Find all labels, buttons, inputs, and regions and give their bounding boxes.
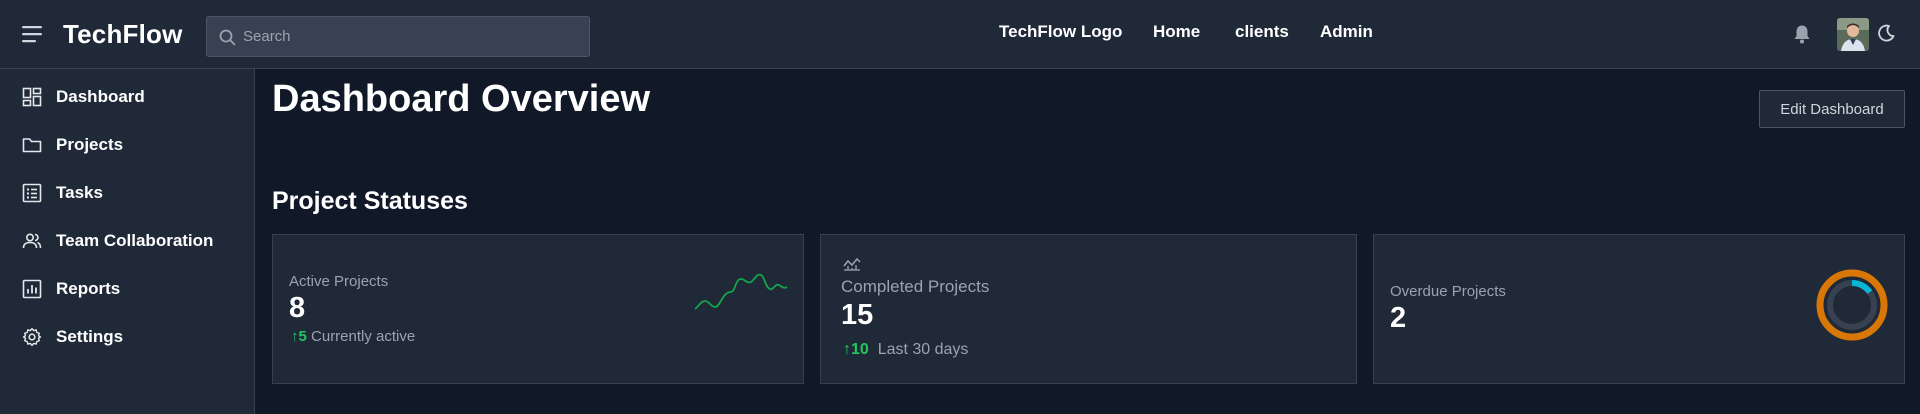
card-label: Completed Projects bbox=[841, 277, 990, 296]
search-input[interactable] bbox=[243, 17, 583, 56]
sidebar: Dashboard Projects Tasks Team Collaborat… bbox=[0, 69, 255, 414]
top-header: TechFlow TechFlow Logo Home clients Admi… bbox=[0, 0, 1920, 69]
sidebar-item-settings[interactable]: Settings bbox=[0, 317, 254, 357]
card-label: Overdue Projects bbox=[1390, 283, 1506, 300]
delta-text: Last 30 days bbox=[877, 341, 969, 358]
sidebar-item-label: Projects bbox=[56, 135, 124, 154]
search-icon bbox=[219, 29, 236, 46]
folder-icon bbox=[22, 138, 42, 153]
nav-techflow-logo[interactable]: TechFlow Logo bbox=[999, 22, 1122, 42]
bar-chart-icon bbox=[22, 279, 42, 299]
sidebar-item-projects[interactable]: Projects bbox=[0, 125, 254, 165]
card-label: Active Projects bbox=[289, 273, 389, 290]
nav-clients[interactable]: clients bbox=[1235, 22, 1289, 42]
search-box bbox=[206, 16, 590, 57]
sidebar-item-dashboard[interactable]: Dashboard bbox=[0, 77, 254, 117]
sidebar-item-label: Reports bbox=[56, 279, 121, 298]
sidebar-item-label: Dashboard bbox=[56, 87, 145, 106]
brand-name: TechFlow bbox=[63, 19, 183, 49]
card-overdue-projects: Overdue Projects 2 bbox=[1373, 234, 1905, 384]
sidebar-item-team-collaboration[interactable]: Team Collaboration bbox=[0, 221, 254, 261]
card-value: 15 bbox=[841, 299, 874, 331]
sparkline-icon bbox=[694, 273, 788, 310]
nav-admin[interactable]: Admin bbox=[1320, 22, 1373, 42]
edit-dashboard-button[interactable]: Edit Dashboard bbox=[1759, 90, 1905, 128]
sidebar-item-reports[interactable]: Reports bbox=[0, 269, 254, 309]
user-avatar[interactable] bbox=[1837, 18, 1869, 51]
team-icon bbox=[22, 233, 42, 249]
up-arrow-icon: ↑ bbox=[291, 328, 299, 345]
section-title: Project Statuses bbox=[272, 187, 468, 215]
moon-icon[interactable] bbox=[1877, 24, 1895, 42]
dashboard-icon bbox=[22, 87, 42, 107]
delta-text: Currently active bbox=[311, 328, 416, 345]
bell-icon[interactable] bbox=[1793, 24, 1811, 44]
trend-chart-icon bbox=[843, 257, 861, 271]
sidebar-item-label: Settings bbox=[56, 327, 124, 346]
sidebar-item-tasks[interactable]: Tasks bbox=[0, 173, 254, 213]
delta-value: 5 bbox=[298, 328, 307, 345]
card-value: 2 bbox=[1390, 302, 1407, 334]
card-active-projects: Active Projects 8 ↑5 Currently active bbox=[272, 234, 804, 384]
delta-value: 10 bbox=[851, 341, 869, 358]
gear-icon bbox=[22, 327, 42, 347]
card-delta: ↑10 Last 30 days bbox=[843, 341, 968, 359]
sidebar-item-label: Team Collaboration bbox=[56, 231, 214, 250]
sidebar-item-label: Tasks bbox=[56, 183, 103, 202]
up-arrow-icon: ↑ bbox=[843, 341, 851, 358]
progress-ring bbox=[1816, 269, 1888, 341]
page-title: Dashboard Overview bbox=[272, 78, 651, 120]
card-completed-projects: Completed Projects 15 ↑10 Last 30 days bbox=[820, 234, 1357, 384]
menu-icon[interactable] bbox=[22, 24, 44, 44]
task-list-icon bbox=[22, 183, 42, 203]
nav-home[interactable]: Home bbox=[1153, 22, 1200, 42]
card-value: 8 bbox=[289, 292, 306, 324]
card-delta: ↑5 Currently active bbox=[291, 328, 415, 345]
